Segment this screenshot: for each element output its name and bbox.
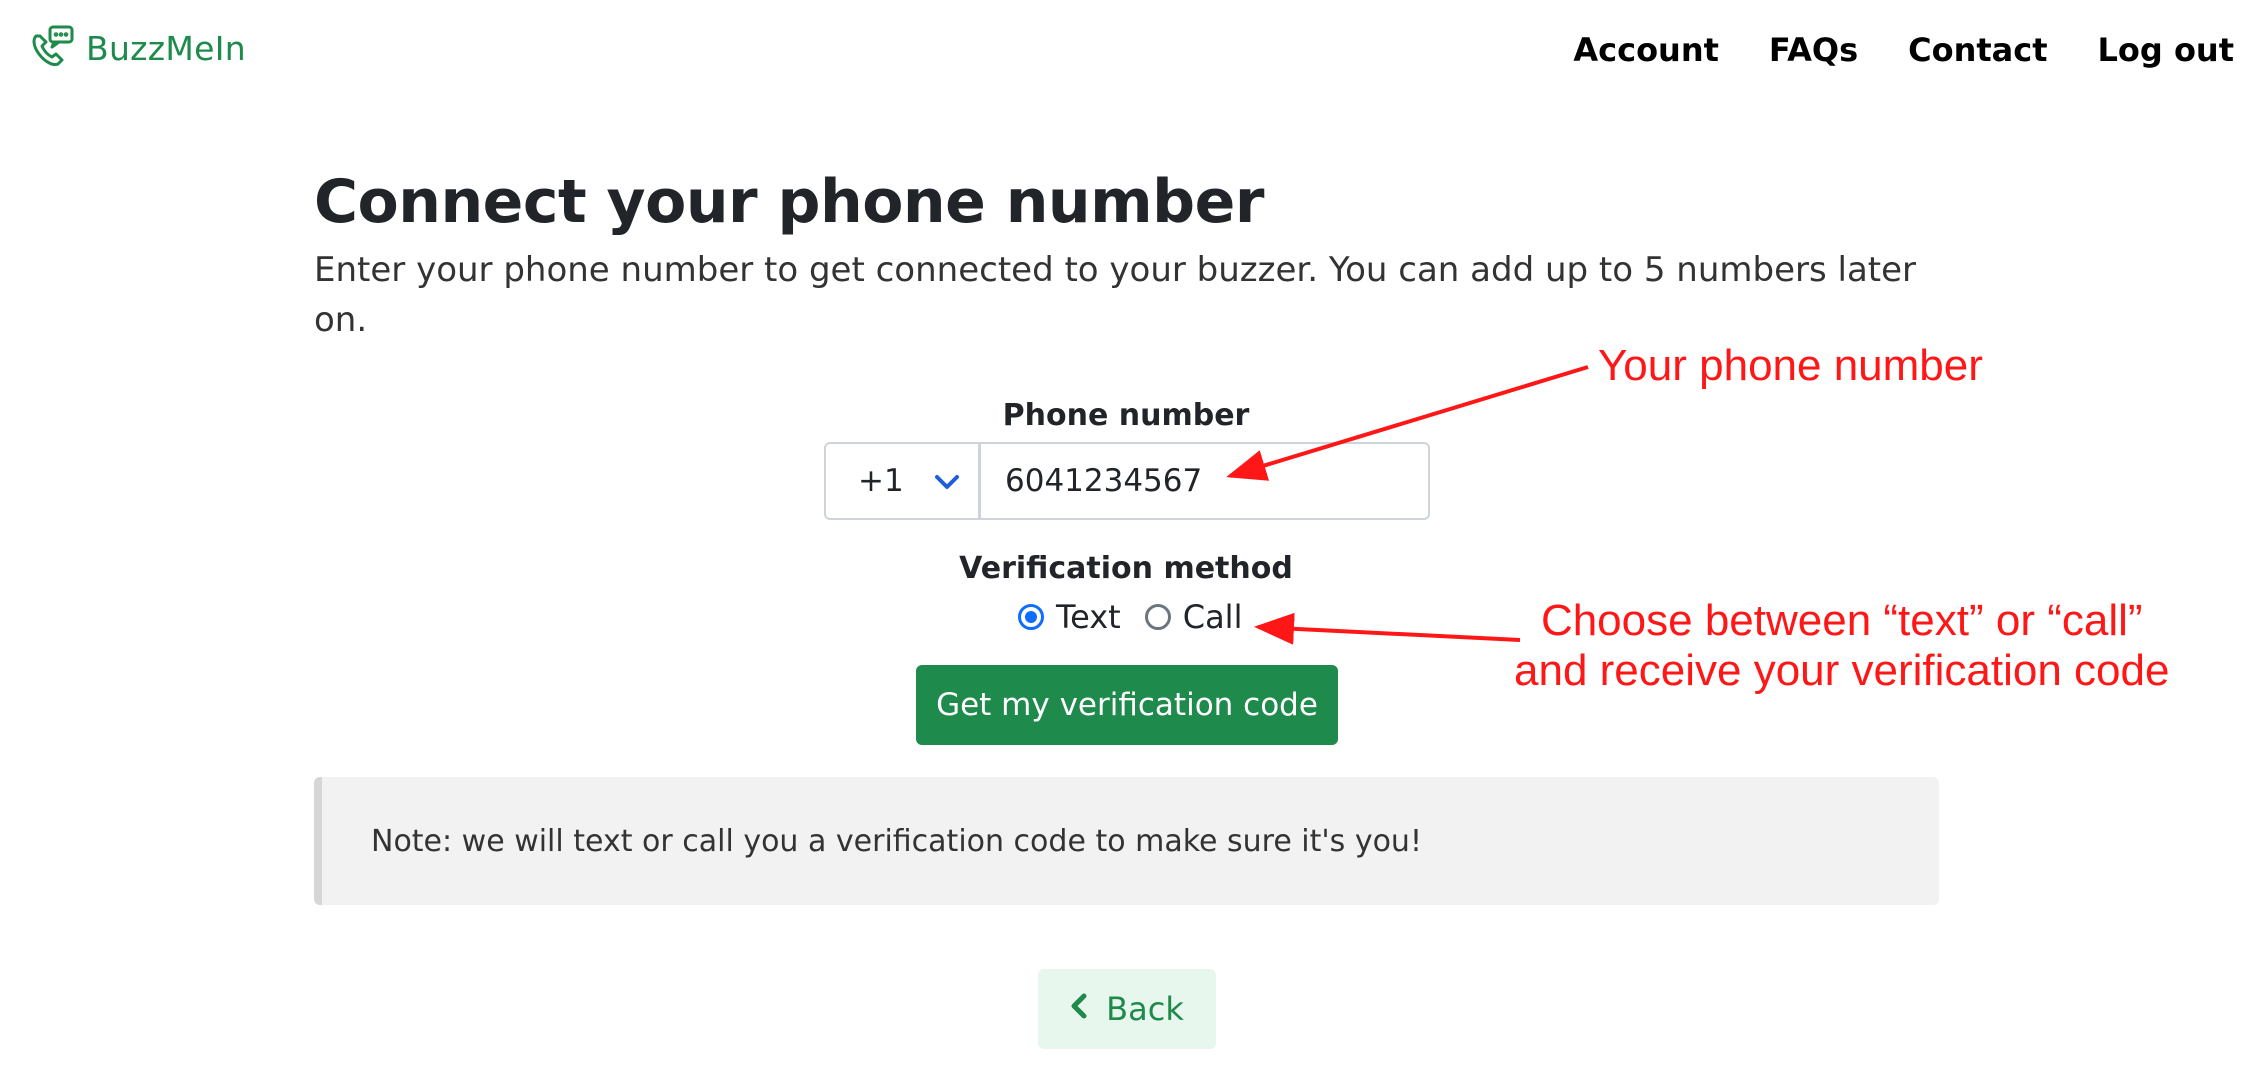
chevron-down-icon [934, 463, 960, 499]
verification-method-group: Text Call [1018, 598, 1242, 636]
top-nav: Account FAQs Contact Log out [1573, 26, 2234, 74]
verification-annotation-line2: and receive your verification code [1514, 646, 2170, 695]
nav-account[interactable]: Account [1573, 26, 1719, 74]
radio-text-label: Text [1056, 598, 1121, 636]
brand-logo[interactable]: BuzzMeIn [30, 24, 247, 73]
back-button-label: Back [1106, 990, 1184, 1028]
back-button[interactable]: Back [1038, 969, 1216, 1049]
radio-call-label: Call [1182, 598, 1243, 636]
nav-logout[interactable]: Log out [2098, 26, 2234, 74]
country-code-value: +1 [858, 463, 904, 499]
verification-annotation-line1: Choose between “text” or “call” [1540, 596, 2143, 645]
phone-annotation: Your phone number [1598, 341, 1983, 390]
radio-text[interactable] [1018, 604, 1044, 630]
chevron-left-icon [1070, 990, 1088, 1028]
get-verification-code-button[interactable]: Get my verification code [916, 665, 1338, 745]
info-note-text: Note: we will text or call you a verific… [371, 823, 1422, 859]
phone-number-input[interactable] [979, 442, 1430, 520]
verification-annotation: Choose between “text” or “call” and rece… [1514, 596, 2169, 696]
brand-name: BuzzMeIn [86, 28, 247, 68]
annotation-arrows [1226, 365, 1589, 645]
page-subtitle: Enter your phone number to get connected… [314, 250, 1917, 340]
phone-number-label-text: Phone number [1002, 398, 1250, 433]
radio-option-text[interactable]: Text [1018, 598, 1121, 636]
phone-chat-icon [30, 24, 76, 73]
verification-annotation-arrow [1254, 612, 1521, 645]
country-code-select[interactable]: +1 [824, 442, 980, 520]
nav-faqs[interactable]: FAQs [1769, 26, 1858, 74]
radio-call[interactable] [1144, 604, 1171, 630]
info-note: Note: we will text or call you a verific… [314, 777, 1939, 905]
radio-option-call[interactable]: Call [1144, 598, 1243, 636]
verification-method-label-text: Verification method [959, 551, 1293, 586]
nav-contact[interactable]: Contact [1908, 26, 2047, 74]
page-title: Connect your phone number [314, 167, 1264, 237]
